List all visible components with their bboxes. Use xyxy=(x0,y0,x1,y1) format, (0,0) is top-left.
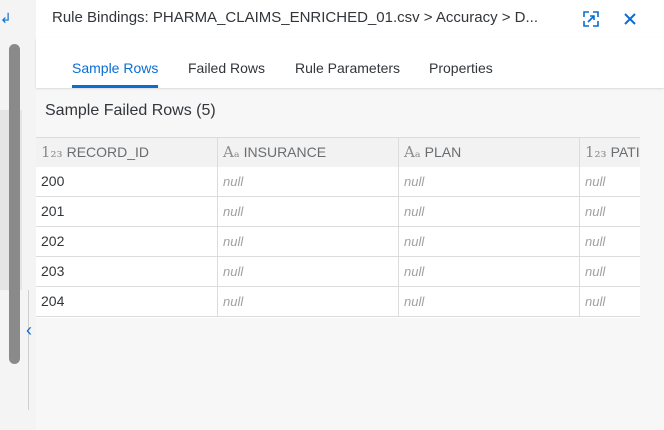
column-header-label: PLAN xyxy=(424,144,462,160)
patient-cell: null xyxy=(585,294,606,309)
patient-cell: null xyxy=(585,174,606,189)
background-arrow-icon: ↲ xyxy=(0,10,10,26)
insurance-cell: null xyxy=(218,227,399,256)
numeric-type-icon: 1₂₃ xyxy=(41,143,63,161)
section-title: Sample Failed Rows (5) xyxy=(45,102,216,119)
column-header-record-id[interactable]: 1₂₃ RECORD_ID xyxy=(36,138,218,167)
insurance-cell: null xyxy=(218,257,399,286)
text-type-icon: Aₐ xyxy=(404,143,421,161)
tab-bar: Sample Rows Failed Rows Rule Parameters … xyxy=(36,38,664,88)
plan-cell: null xyxy=(399,257,580,286)
expand-icon xyxy=(583,11,599,27)
column-header-label: PATIE xyxy=(610,144,640,160)
rule-bindings-dialog: Rule Bindings: PHARMA_CLAIMS_ENRICHED_01… xyxy=(36,0,664,430)
record-id-cell: 201 xyxy=(36,197,218,226)
patient-cell: null xyxy=(585,234,606,249)
insurance-cell: null xyxy=(218,287,399,316)
dialog-header: Rule Bindings: PHARMA_CLAIMS_ENRICHED_01… xyxy=(36,0,664,38)
close-button[interactable] xyxy=(617,6,643,32)
background-divider xyxy=(28,290,29,410)
table-row[interactable]: 204 null null null xyxy=(36,287,640,317)
expand-button[interactable] xyxy=(578,6,604,32)
failed-rows-table: 1₂₃RECORD_ID AₐINSURANCE AₐPLAN 1₂₃PATIE… xyxy=(36,137,640,318)
numeric-type-icon: 1₂₃ xyxy=(585,143,607,161)
tab-properties[interactable]: Properties xyxy=(429,38,493,88)
insurance-cell: null xyxy=(218,197,399,226)
plan-cell: null xyxy=(399,167,580,196)
table-header-row: 1₂₃RECORD_ID AₐINSURANCE AₐPLAN 1₂₃PATIE xyxy=(36,137,640,168)
record-id-cell: 200 xyxy=(36,167,218,196)
tab-rule-parameters[interactable]: Rule Parameters xyxy=(295,38,400,88)
column-header-label: RECORD_ID xyxy=(66,144,150,160)
table-row[interactable]: 203 null null null xyxy=(36,257,640,287)
column-header-label: INSURANCE xyxy=(243,144,327,160)
column-header-plan[interactable]: Aₐ PLAN xyxy=(399,138,580,167)
collapse-left-icon[interactable]: ‹ xyxy=(22,320,36,340)
text-type-icon: Aₐ xyxy=(223,143,240,161)
plan-cell: null xyxy=(399,197,580,226)
dialog-title: Rule Bindings: PHARMA_CLAIMS_ENRICHED_01… xyxy=(52,9,539,26)
patient-cell: null xyxy=(585,264,606,279)
column-header-insurance[interactable]: Aₐ INSURANCE xyxy=(218,138,399,167)
patient-cell: null xyxy=(585,204,606,219)
close-icon xyxy=(624,13,636,25)
insurance-cell: null xyxy=(218,167,399,196)
table-row[interactable]: 200 null null null xyxy=(36,167,640,197)
background-app-panel: ↲ ‹ xyxy=(0,0,36,430)
record-id-cell: 202 xyxy=(36,227,218,256)
plan-cell: null xyxy=(399,287,580,316)
tab-sample-rows[interactable]: Sample Rows xyxy=(72,38,159,88)
plan-cell: null xyxy=(399,227,580,256)
table-row[interactable]: 202 null null null xyxy=(36,227,640,257)
tab-failed-rows[interactable]: Failed Rows xyxy=(188,38,265,88)
record-id-cell: 204 xyxy=(36,287,218,316)
record-id-cell: 203 xyxy=(36,257,218,286)
background-scrollbar[interactable] xyxy=(9,44,20,364)
table-row[interactable]: 201 null null null xyxy=(36,197,640,227)
column-header-patient[interactable]: 1₂₃PATIE xyxy=(580,138,640,167)
